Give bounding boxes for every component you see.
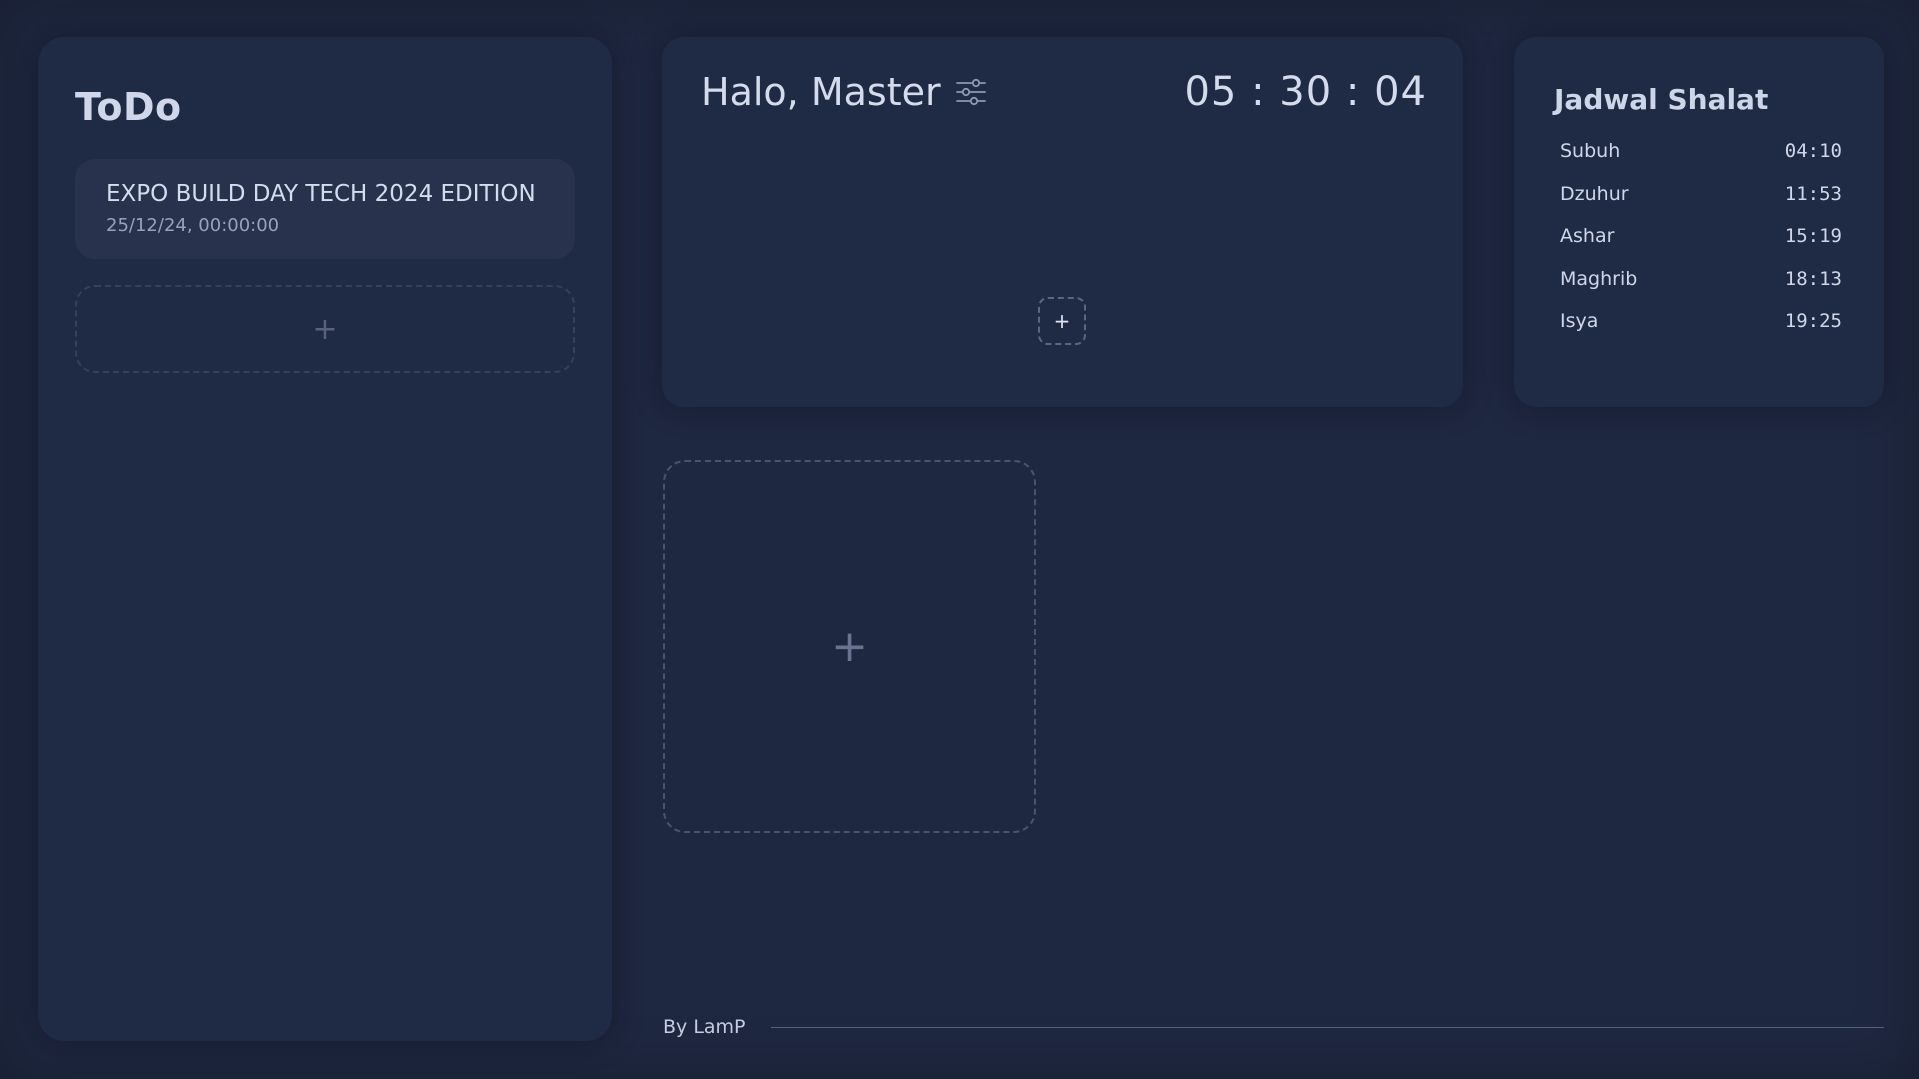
prayer-row-isya: Isya 19:25: [1554, 300, 1842, 343]
sliders-icon[interactable]: [955, 76, 987, 108]
prayer-row-dzuhur: Dzuhur 11:53: [1554, 173, 1842, 216]
todo-panel: ToDo EXPO BUILD DAY TECH 2024 EDITION 25…: [38, 37, 612, 1041]
prayer-schedule-title: Jadwal Shalat: [1554, 83, 1769, 116]
prayer-row-ashar: Ashar 15:19: [1554, 215, 1842, 258]
clock: 05 : 30 : 04: [1184, 69, 1427, 115]
plus-icon: +: [312, 311, 338, 347]
greeting-panel: Halo, Master 05 : 30 : 04 +: [662, 37, 1463, 407]
prayer-row-subuh: Subuh 04:10: [1554, 130, 1842, 173]
todo-title: ToDo: [75, 85, 182, 129]
dashboard: ToDo EXPO BUILD DAY TECH 2024 EDITION 25…: [0, 0, 1919, 1079]
prayer-time: 18:13: [1784, 267, 1842, 290]
prayer-time: 04:10: [1784, 140, 1842, 163]
todo-item-title: EXPO BUILD DAY TECH 2024 EDITION: [106, 181, 536, 207]
prayer-schedule-panel: Jadwal Shalat Subuh 04:10 Dzuhur 11:53 A…: [1514, 37, 1884, 407]
prayer-time: 19:25: [1784, 310, 1842, 333]
prayer-name: Dzuhur: [1560, 182, 1629, 205]
add-todo-button[interactable]: +: [75, 285, 575, 373]
add-greeting-widget-button[interactable]: +: [1038, 297, 1086, 345]
greeting: Halo, Master: [701, 70, 987, 114]
footer-divider: [770, 1026, 1884, 1028]
todo-item[interactable]: EXPO BUILD DAY TECH 2024 EDITION 25/12/2…: [75, 159, 575, 259]
footer-credit: By LamP: [663, 1016, 746, 1038]
prayer-time: 15:19: [1784, 225, 1842, 248]
prayer-name: Isya: [1560, 310, 1599, 333]
plus-icon: +: [831, 621, 868, 672]
footer: By LamP: [663, 1016, 1884, 1038]
prayer-row-maghrib: Maghrib 18:13: [1554, 258, 1842, 301]
add-widget-button[interactable]: +: [663, 460, 1036, 833]
prayer-name: Subuh: [1560, 140, 1621, 163]
todo-item-date: 25/12/24, 00:00:00: [106, 215, 280, 236]
prayer-name: Maghrib: [1560, 267, 1638, 290]
prayer-time: 11:53: [1784, 182, 1842, 205]
greeting-text: Halo, Master: [701, 70, 941, 114]
prayer-name: Ashar: [1560, 225, 1615, 248]
plus-icon: +: [1053, 309, 1071, 333]
